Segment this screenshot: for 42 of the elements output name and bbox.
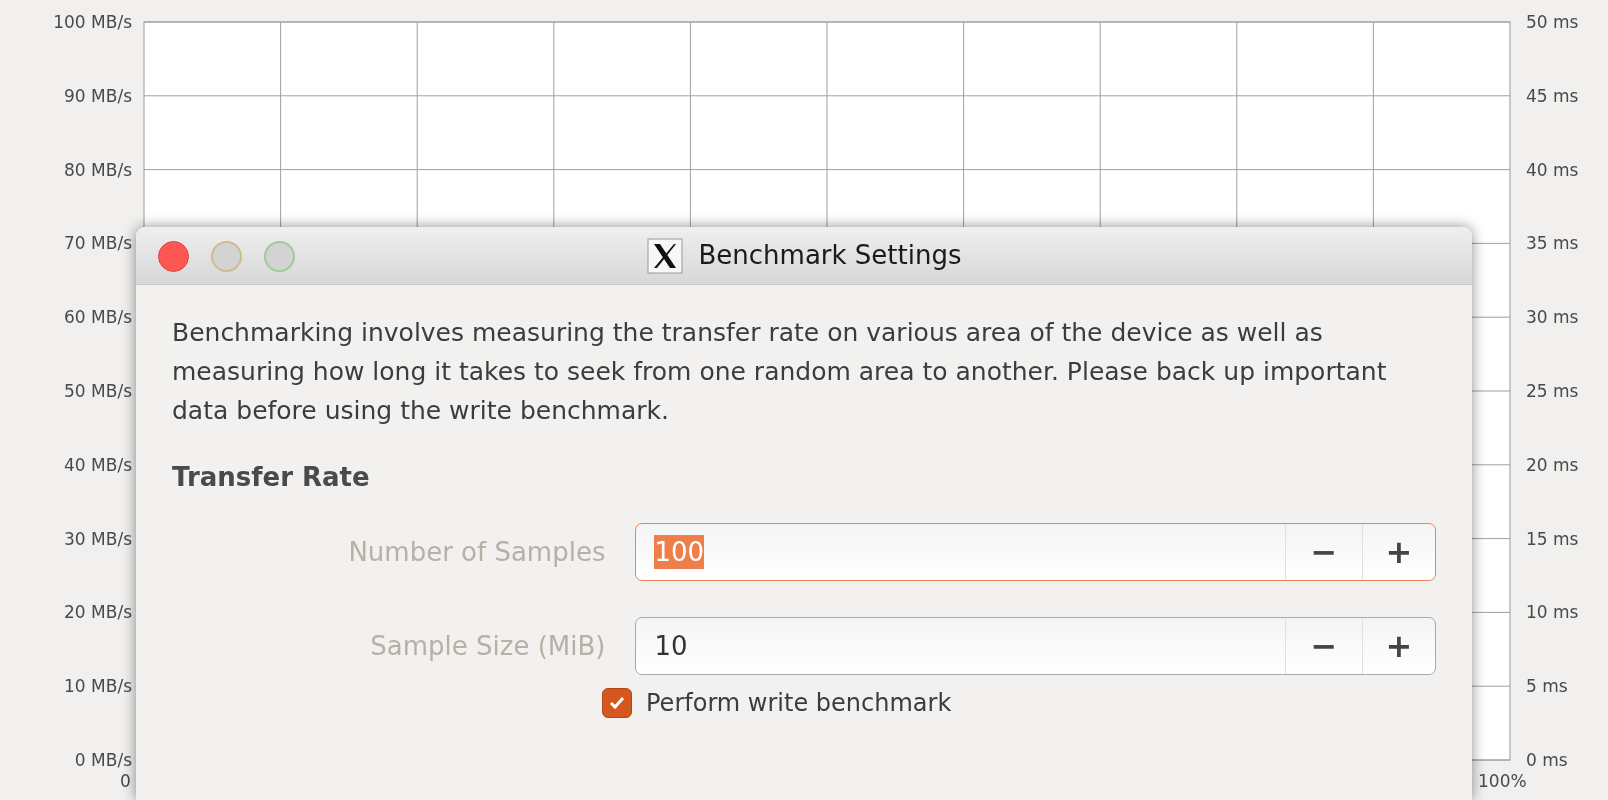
y-axis-label: 90 MB/s [64, 85, 132, 106]
increment-button[interactable]: + [1362, 618, 1435, 674]
x-axis-label: 0 [120, 771, 131, 791]
field-label: Number of Samples [347, 535, 606, 569]
y-axis-label: 20 MB/s [64, 602, 132, 623]
x-logo-icon [646, 237, 683, 274]
y-axis-label: 10 ms [1526, 602, 1579, 623]
y-axis-label: 15 ms [1526, 528, 1579, 549]
y-axis-label: 45 ms [1526, 85, 1579, 106]
x-axis-label: 100% [1478, 771, 1527, 791]
close-button[interactable] [158, 241, 189, 272]
field-value: 10 [654, 630, 688, 663]
field-label: Sample Size (MiB) [369, 629, 606, 663]
window-title: Benchmark Settings [698, 239, 962, 272]
y-axis-label: 80 MB/s [64, 159, 132, 180]
y-axis-label: 30 MB/s [64, 528, 132, 549]
number-field[interactable]: 10 − + [635, 617, 1436, 675]
y-axis-label: 0 ms [1526, 750, 1568, 770]
y-axis-label: 25 ms [1526, 381, 1579, 401]
y-axis-label: 35 ms [1526, 233, 1579, 254]
check-icon [608, 694, 626, 712]
decrement-button[interactable]: − [1285, 618, 1362, 674]
y-axis-label: 60 MB/s [64, 307, 132, 328]
y-axis-label: 100 MB/s [53, 12, 132, 32]
decrement-button[interactable]: − [1285, 524, 1362, 580]
number-field[interactable]: 100 − + [635, 523, 1436, 581]
y-axis-label: 20 ms [1526, 454, 1579, 475]
increment-button[interactable]: + [1362, 524, 1435, 580]
y-axis-label: 50 MB/s [64, 381, 132, 401]
y-axis-label: 10 MB/s [64, 676, 132, 697]
y-axis-label: 40 ms [1526, 159, 1579, 180]
y-axis-label: 70 MB/s [64, 233, 132, 254]
field-value: 100 [654, 535, 705, 569]
y-axis-label: 30 ms [1526, 307, 1579, 328]
checkbox-label: Perform write benchmark [646, 688, 952, 719]
description-text: Benchmarking involves measuring the transfer rate on various area of the device as well as measuring how long it takes to seek from one random area to another. Please back up important data before using the write benchmark. [172, 317, 1388, 427]
y-axis-label: 0 MB/s [74, 750, 132, 770]
y-axis-label: 5 ms [1526, 676, 1568, 697]
checkbox[interactable] [602, 688, 632, 718]
section-heading: Transfer Rate [172, 461, 371, 494]
y-axis-label: 50 ms [1526, 12, 1579, 32]
y-axis-label: 40 MB/s [64, 454, 132, 475]
